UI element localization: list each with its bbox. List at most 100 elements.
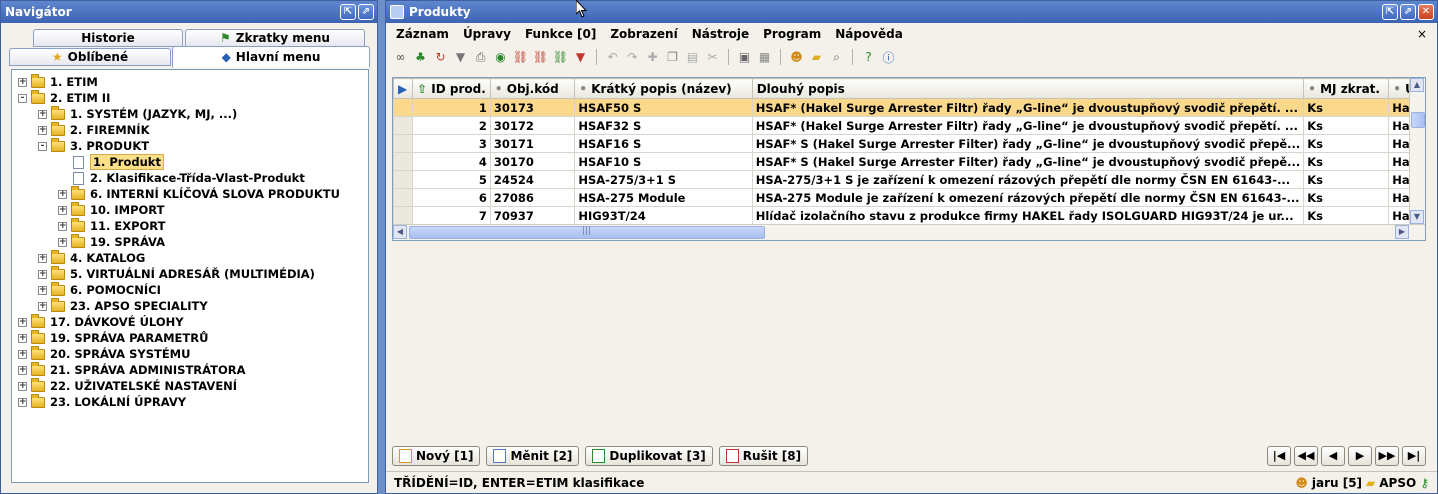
help-icon[interactable]: ? [860,49,877,66]
collapse-icon[interactable]: - [38,141,47,151]
expand-icon[interactable]: + [58,189,67,199]
menu-item[interactable]: Program [763,27,821,41]
expand-icon[interactable]: + [38,253,47,263]
table-cell[interactable]: 30173 [489,98,576,117]
table-cell[interactable]: 30172 [489,116,576,135]
expand-icon[interactable]: + [58,205,67,215]
link-icon[interactable]: ⛓ [512,49,529,66]
collapse-icon[interactable]: - [18,93,27,103]
cancel-button[interactable]: Rušit [8] [718,446,809,466]
table-row[interactable]: 4 30170 HSAF10 S HSAF* S (Hakel Surge Arres… [393,152,1425,171]
table-cell[interactable]: Ks [1303,116,1390,135]
table-cell[interactable]: HSA-275/3+1 S [574,170,753,189]
menu-item[interactable]: Nápověda [835,27,903,41]
column-header[interactable]: • Obj.kód [489,78,576,99]
prev-record-button[interactable]: ◀ [1321,446,1345,466]
copy-icon[interactable]: ❐ [664,49,681,66]
table-cell[interactable]: HSAF16 S [574,134,753,153]
column-header[interactable]: • Krátký popis (název) [574,78,753,99]
pages-icon[interactable]: ▦ [756,49,773,66]
table-cell[interactable]: Ks [1303,170,1390,189]
tree-item[interactable]: +23. LOKÁLNÍ ÚPRAVY [18,393,368,410]
expand-icon[interactable]: + [18,349,27,359]
table-cell[interactable]: 4 [412,152,491,171]
horizontal-scrollbar[interactable]: ◀ ||| ▶ [393,224,1425,240]
scroll-up-icon[interactable]: ▲ [1410,78,1424,92]
tree-item[interactable]: +20. SPRÁVA SYSTÉMU [18,345,368,362]
tree-item[interactable]: +19. SPRÁVA [18,233,368,250]
tree-item[interactable]: +19. SPRÁVA PARAMETRŮ [18,329,368,346]
filter-icon[interactable]: ▼ [452,49,469,66]
table-cell[interactable]: 30171 [489,134,576,153]
next-record-button[interactable]: ▶ [1348,446,1372,466]
refresh-icon[interactable]: ↻ [432,49,449,66]
expand-icon[interactable]: + [18,381,27,391]
tree-item[interactable]: +2. FIREMNÍK [18,121,368,138]
table-cell[interactable]: HSA-275 Module [574,188,753,207]
tree-item[interactable]: - 3. PRODUKT [18,137,368,154]
table-row[interactable]: 1 30173 HSAF50 S HSAF* (Hakel Surge Arreste… [393,98,1425,117]
scroll-right-icon[interactable]: ▶ [1395,225,1409,239]
row-indicator[interactable] [393,98,414,117]
tree-item[interactable]: 1. Produkt [18,154,368,170]
table-cell[interactable]: Ks [1303,206,1390,225]
tree-item[interactable]: +23. APSO SPECIALITY [18,297,368,314]
search-icon[interactable]: ⌕ [828,49,845,66]
restore-icon[interactable]: ⇱ [1382,4,1398,20]
close-icon[interactable]: ✕ [1418,4,1434,20]
print-icon[interactable]: ⎙ [472,49,489,66]
table-cell[interactable]: HSAF32 S [574,116,753,135]
row-indicator[interactable] [393,152,414,171]
next-page-button[interactable]: ▶▶ [1375,446,1399,466]
table-cell[interactable]: 7 [412,206,491,225]
tree-item[interactable]: +22. UŽIVATELSKÉ NASTAVENÍ [18,377,368,394]
table-cell[interactable]: 2 [412,116,491,135]
expand-icon[interactable]: + [18,333,27,343]
scroll-down-icon[interactable]: ▼ [1410,210,1424,224]
expand-icon[interactable]: + [18,77,27,87]
table-cell[interactable]: HSAF10 S [574,152,753,171]
new-button[interactable]: Nový [1] [392,446,481,466]
tab-oblibene[interactable]: ★ Oblíbené [9,48,171,66]
row-indicator[interactable] [393,206,414,225]
tree-item[interactable]: 2. Klasifikace-Třída-Vlast-Produkt [18,170,368,186]
add-icon[interactable]: ✚ [644,49,661,66]
table-cell[interactable]: Ks [1303,188,1390,207]
tab-zkratky[interactable]: ⚑ Zkratky menu [185,29,365,47]
tree-item[interactable]: - 2. ETIM II [18,89,368,106]
link-red-icon[interactable]: ⛓ [532,49,549,66]
row-indicator[interactable] [393,116,414,135]
table-cell[interactable]: HSA-275/3+1 S je zařízení k omezení rázo… [751,170,1305,189]
table-cell[interactable]: 3 [412,134,491,153]
menu-item[interactable]: Úpravy [463,27,511,41]
table-cell[interactable]: 5 [412,170,491,189]
table-cell[interactable]: 6 [412,188,491,207]
expand-icon[interactable]: + [38,285,47,295]
tree-item[interactable]: +17. DÁVKOVÉ ÚLOHY [18,313,368,330]
table-cell[interactable]: HSAF* (Hakel Surge Arrester Filtr) řady … [751,98,1305,117]
table-cell[interactable]: 1 [412,98,491,117]
menu-item[interactable]: Funkce [0] [525,27,596,41]
undo-icon[interactable]: ↶ [604,49,621,66]
expand-icon[interactable]: + [38,301,47,311]
menu-item[interactable]: Záznam [396,27,449,41]
row-indicator[interactable] [393,170,414,189]
expand-icon[interactable]: + [18,317,27,327]
maximize-icon[interactable]: ⇗ [358,4,374,20]
table-cell[interactable]: 24524 [489,170,576,189]
prev-page-button[interactable]: ◀◀ [1294,446,1318,466]
vertical-scrollbar[interactable]: ▲ ▼ [1409,78,1425,224]
export-icon[interactable]: ◉ [492,49,509,66]
table-row[interactable]: 2 30172 HSAF32 S HSAF* (Hakel Surge Arreste… [393,116,1425,135]
table-cell[interactable]: HSAF50 S [574,98,753,117]
expand-icon[interactable]: + [38,109,47,119]
table-cell[interactable]: Hlídač izolačního stavu z produkce firmy… [751,206,1305,225]
tree-item[interactable]: +1. SYSTÉM (JAZYK, MJ, ...) [18,105,368,122]
tree-item[interactable]: +10. IMPORT [18,201,368,218]
tree-item[interactable]: +6. POMOCNÍCI [18,281,368,298]
glasses-icon[interactable]: ∞ [392,49,409,66]
vertical-scroll-thumb[interactable] [1411,112,1425,128]
tab-hlavni-menu[interactable]: ◆ Hlavní menu [172,46,370,68]
filter-red-icon[interactable]: ▼ [572,49,589,66]
expand-icon[interactable]: + [58,237,67,247]
